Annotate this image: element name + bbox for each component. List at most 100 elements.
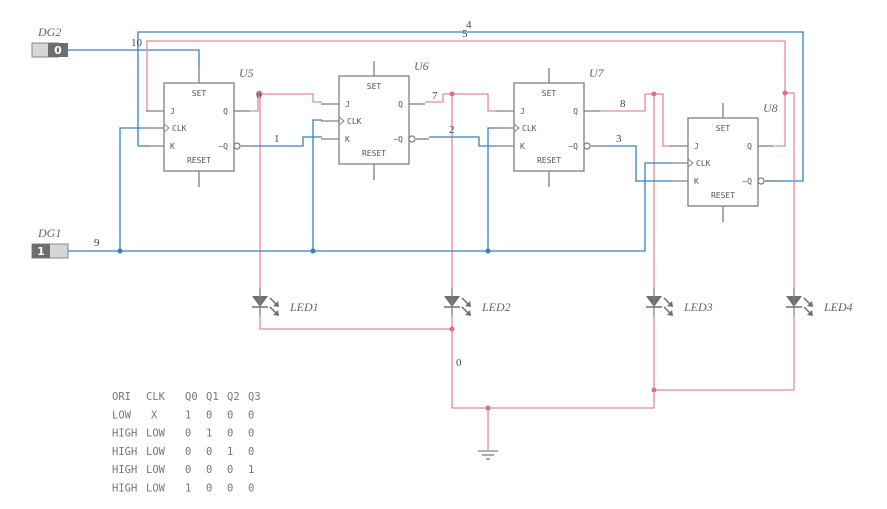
table-cell: 1 bbox=[185, 483, 191, 495]
pin-reset: RESET bbox=[711, 191, 735, 200]
pin-j: J bbox=[170, 107, 175, 116]
pin-set: SET bbox=[542, 89, 557, 98]
pin-nq: ~Q bbox=[218, 142, 228, 151]
switch-dg2-value: 0 bbox=[54, 44, 62, 57]
led3[interactable]: LED3 bbox=[645, 287, 713, 317]
wire-dg2-set bbox=[68, 49, 200, 68]
junction bbox=[485, 405, 491, 411]
flipflop-u6[interactable]: U6 SET J Q CLK K ~Q RESET bbox=[320, 59, 430, 181]
flipflop-ref: U7 bbox=[589, 66, 605, 80]
table-cell: 0 bbox=[227, 428, 233, 440]
table-cell: LOW bbox=[112, 409, 132, 421]
switch-dg1-value: 1 bbox=[37, 245, 45, 258]
table-cell: LOW bbox=[146, 464, 166, 476]
table-cell: HIGH bbox=[112, 464, 137, 476]
flipflop-ref: U8 bbox=[763, 101, 778, 115]
junction bbox=[449, 326, 455, 332]
switch-dg1-ref: DG1 bbox=[37, 226, 61, 240]
pin-nq: ~Q bbox=[393, 135, 403, 144]
pin-j: J bbox=[520, 107, 525, 116]
table-cell: 0 bbox=[248, 409, 254, 421]
wire-net-9-clock bbox=[68, 162, 671, 252]
table-cell: 0 bbox=[185, 464, 191, 476]
wire-net-8 bbox=[600, 93, 671, 147]
pin-clk: CLK bbox=[347, 117, 362, 126]
pin-q: Q bbox=[223, 107, 228, 116]
junction bbox=[449, 91, 455, 97]
net-label-2: 2 bbox=[449, 124, 455, 136]
pin-nq: ~Q bbox=[568, 142, 578, 151]
pin-j: J bbox=[694, 142, 699, 151]
switch-dg1[interactable]: 1 DG1 bbox=[31, 226, 69, 259]
pin-reset: RESET bbox=[537, 156, 561, 165]
table-cell: 0 bbox=[248, 428, 254, 440]
led-icon bbox=[785, 287, 814, 317]
net-label-6: 6 bbox=[256, 89, 262, 101]
net-label-1: 1 bbox=[274, 133, 280, 145]
pin-clk: CLK bbox=[172, 124, 187, 133]
net-label-3: 3 bbox=[616, 133, 622, 145]
net-label-8: 8 bbox=[620, 98, 626, 110]
wire-net-0c bbox=[654, 316, 795, 391]
table-cell: LOW bbox=[146, 483, 166, 495]
pin-k: K bbox=[170, 142, 175, 151]
flipflop-ref: U5 bbox=[239, 66, 254, 80]
pin-j: J bbox=[345, 100, 350, 109]
junction bbox=[310, 248, 316, 254]
pin-set: SET bbox=[192, 89, 207, 98]
table-cell: 0 bbox=[206, 446, 212, 458]
junction bbox=[485, 248, 491, 254]
wire-net-0b bbox=[451, 316, 655, 409]
junction bbox=[651, 387, 657, 393]
flipflop-u7[interactable]: U7 SET J Q CLK K ~Q RESET bbox=[495, 66, 605, 188]
table-cell: 1 bbox=[227, 446, 233, 458]
led2[interactable]: LED2 bbox=[443, 287, 511, 317]
wire-net-0 bbox=[259, 316, 452, 330]
wire-clk-u6 bbox=[312, 119, 322, 251]
table-cell: 0 bbox=[206, 483, 212, 495]
wire-net-1 bbox=[254, 136, 322, 147]
table-cell: HIGH bbox=[112, 428, 137, 440]
pin-nq: ~Q bbox=[742, 177, 752, 186]
pin-k: K bbox=[345, 135, 350, 144]
switch-dg2[interactable]: 0 DG2 bbox=[31, 25, 68, 58]
table-cell: 0 bbox=[227, 409, 233, 421]
table-header-cell: Q1 bbox=[206, 391, 219, 403]
led-ref: LED2 bbox=[481, 300, 511, 314]
net-label-7: 7 bbox=[432, 90, 438, 102]
pin-reset: RESET bbox=[362, 149, 386, 158]
junction bbox=[651, 91, 657, 97]
pin-q: Q bbox=[747, 142, 752, 151]
net-label-9: 9 bbox=[94, 237, 100, 249]
pin-q: Q bbox=[398, 100, 403, 109]
table-header-cell: CLK bbox=[146, 391, 166, 403]
table-cell: 0 bbox=[185, 446, 191, 458]
table-header-cell: ORI bbox=[112, 391, 131, 403]
net-label-5: 5 bbox=[462, 28, 468, 40]
ground-icon bbox=[478, 450, 498, 460]
table-cell: 1 bbox=[185, 409, 191, 421]
net-labels: 10 4 5 6 1 7 2 8 3 9 0 bbox=[94, 19, 626, 369]
led1[interactable]: LED1 bbox=[251, 287, 319, 317]
table-cell: LOW bbox=[146, 428, 166, 440]
flipflop-u5[interactable]: U5 SET J Q CLK K ~Q RESET bbox=[145, 66, 255, 188]
table-header-cell: Q2 bbox=[227, 391, 240, 403]
led-ref: LED3 bbox=[683, 300, 713, 314]
pin-reset: RESET bbox=[187, 156, 211, 165]
truth-table: ORI CLK Q0 Q1 Q2 Q3 LOW X 1 0 0 0 HIGH LOW 0 1 0 0 HIGH LOW… bbox=[112, 391, 261, 495]
table-cell: LOW bbox=[146, 446, 166, 458]
junction bbox=[117, 248, 123, 254]
flipflop-ref: U6 bbox=[414, 59, 429, 73]
junction bbox=[782, 90, 788, 96]
led4[interactable]: LED4 bbox=[785, 287, 853, 317]
net-label-10: 10 bbox=[131, 37, 143, 49]
led-icon bbox=[443, 287, 472, 317]
led-icon bbox=[645, 287, 674, 317]
table-cell: 1 bbox=[206, 428, 212, 440]
table-cell: 0 bbox=[227, 483, 233, 495]
flipflop-u8[interactable]: U8 SET J Q CLK K ~Q RESET bbox=[669, 101, 779, 223]
pin-set: SET bbox=[367, 82, 382, 91]
pin-clk: CLK bbox=[522, 124, 537, 133]
table-cell: 1 bbox=[248, 464, 254, 476]
table-cell: 0 bbox=[248, 446, 254, 458]
